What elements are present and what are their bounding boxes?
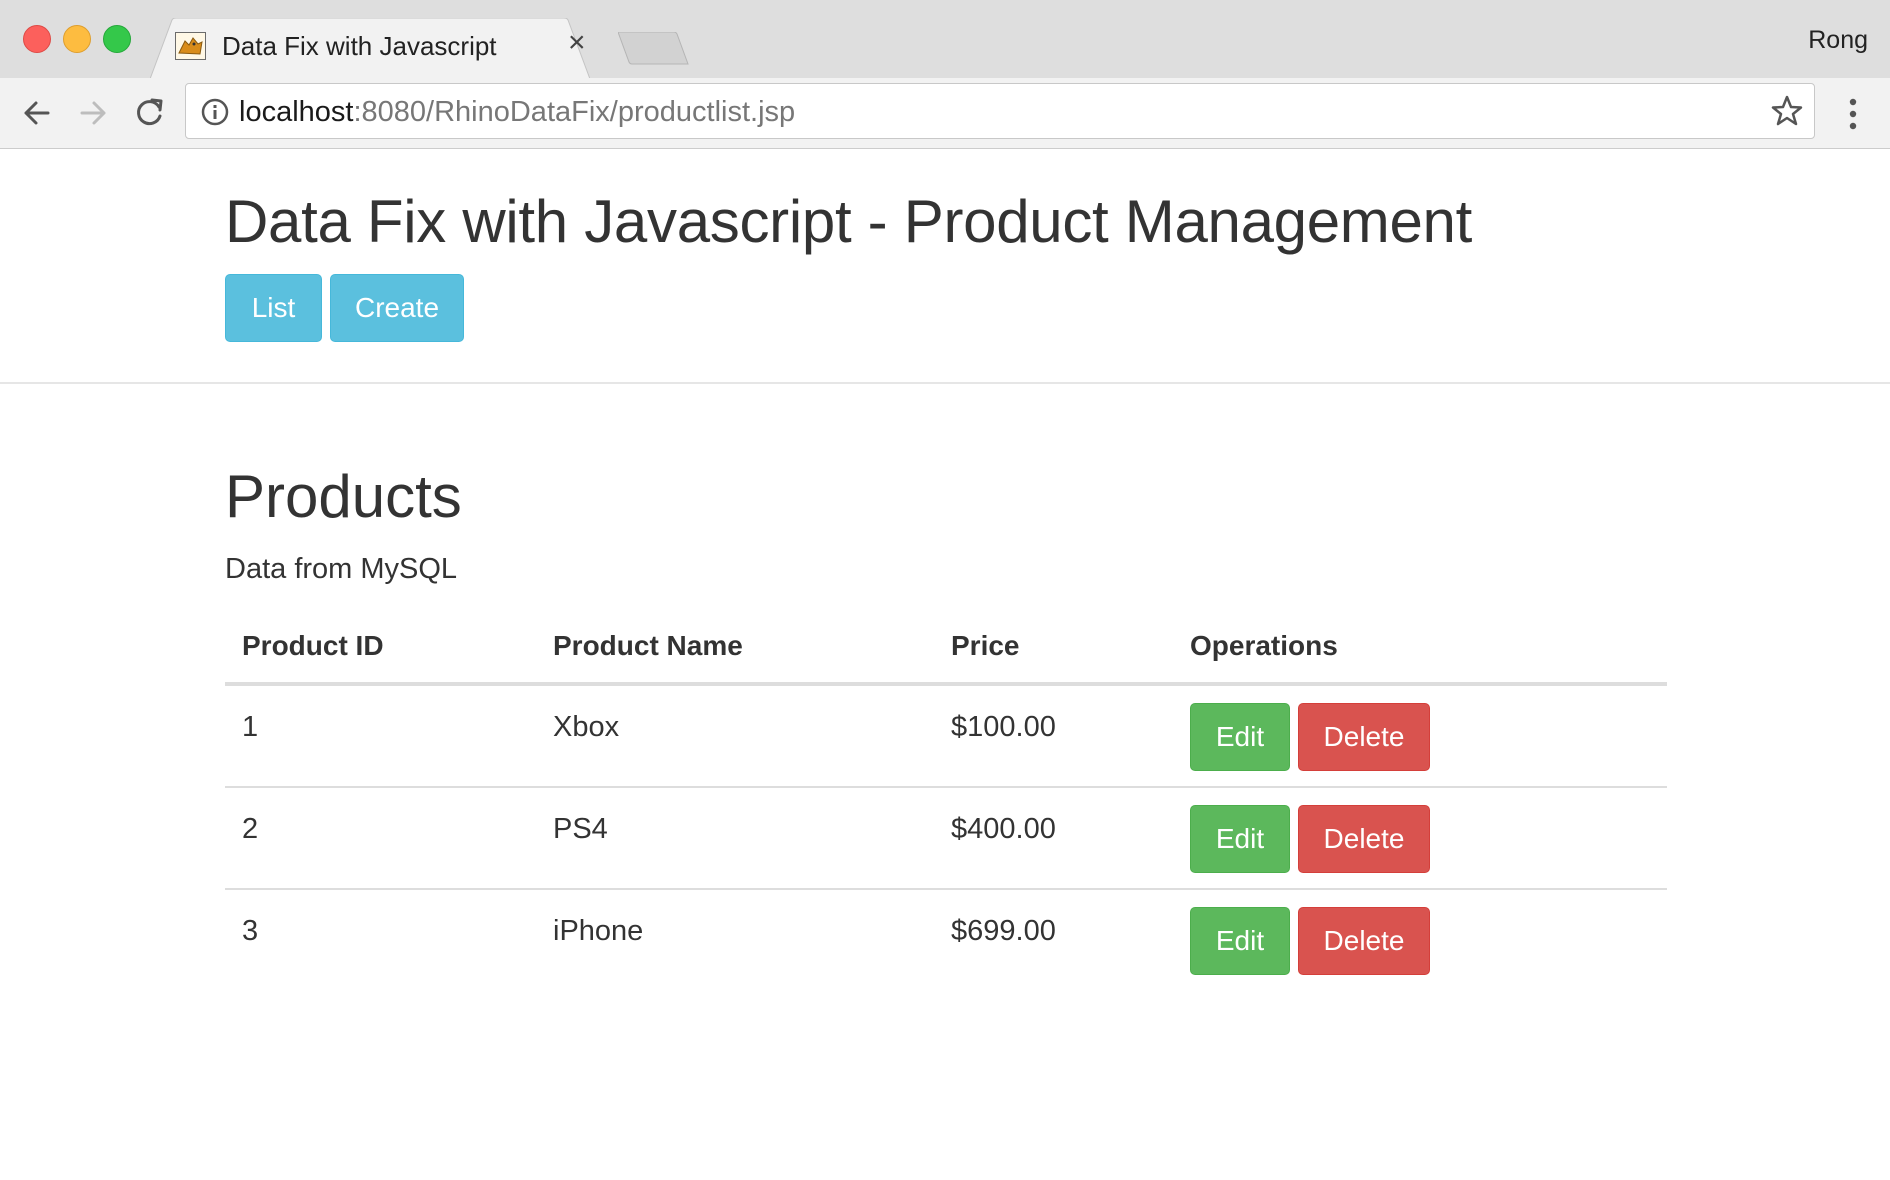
table-row: 1 Xbox $100.00 Edit Delete xyxy=(225,686,1667,788)
forward-arrow-icon[interactable] xyxy=(72,92,114,134)
edit-button[interactable]: Edit xyxy=(1190,703,1290,771)
reload-icon[interactable] xyxy=(128,92,170,134)
table-header: Product ID Product Name Price Operations xyxy=(225,620,1667,686)
info-icon[interactable] xyxy=(200,97,230,127)
page-title: Data Fix with Javascript - Product Manag… xyxy=(225,188,1472,255)
menu-dots-icon[interactable] xyxy=(1838,94,1868,134)
url-path: :8080/RhinoDataFix/productlist.jsp xyxy=(353,96,796,128)
cell-product-id: 1 xyxy=(242,711,259,743)
cell-product-id: 2 xyxy=(242,813,259,845)
address-bar[interactable]: localhost:8080/RhinoDataFix/productlist.… xyxy=(185,83,1815,139)
column-header-price: Price xyxy=(951,630,1020,661)
browser-tab-active[interactable]: Data Fix with Javascript × xyxy=(150,18,590,79)
cell-price: $400.00 xyxy=(951,813,1056,845)
browser-tab-bar: Data Fix with Javascript × Rong xyxy=(0,0,1890,79)
create-button[interactable]: Create xyxy=(330,274,464,342)
back-arrow-icon[interactable] xyxy=(16,92,58,134)
column-header-product-id: Product ID xyxy=(242,630,384,661)
new-tab-button[interactable] xyxy=(618,32,690,66)
cell-product-id: 3 xyxy=(242,915,259,947)
cell-product-name: iPhone xyxy=(553,915,644,947)
edit-button[interactable]: Edit xyxy=(1190,907,1290,975)
close-icon[interactable]: × xyxy=(568,28,586,58)
window-maximize-button[interactable] xyxy=(103,25,131,53)
delete-button[interactable]: Delete xyxy=(1298,805,1430,873)
url-text[interactable]: localhost:8080/RhinoDataFix/productlist.… xyxy=(239,96,795,129)
window-close-button[interactable] xyxy=(23,25,51,53)
list-button[interactable]: List xyxy=(225,274,322,342)
products-heading: Products xyxy=(225,463,462,530)
window-minimize-button[interactable] xyxy=(63,25,91,53)
cell-product-name: Xbox xyxy=(553,711,620,743)
cell-price: $699.00 xyxy=(951,915,1056,947)
table-row: 2 PS4 $400.00 Edit Delete xyxy=(225,788,1667,890)
url-host: localhost xyxy=(239,96,354,128)
column-header-operations: Operations xyxy=(1190,630,1338,661)
tomcat-favicon-icon xyxy=(175,32,206,60)
column-header-product-name: Product Name xyxy=(553,630,743,661)
table-row: 3 iPhone $699.00 Edit Delete xyxy=(225,890,1667,990)
profile-name[interactable]: Rong xyxy=(1808,26,1868,55)
page-header: Data Fix with Javascript - Product Manag… xyxy=(0,149,1890,384)
star-icon[interactable] xyxy=(1770,94,1804,128)
products-subtitle: Data from MySQL xyxy=(225,553,458,585)
cell-product-name: PS4 xyxy=(553,813,608,845)
delete-button[interactable]: Delete xyxy=(1298,703,1430,771)
browser-toolbar: localhost:8080/RhinoDataFix/productlist.… xyxy=(0,78,1890,149)
delete-button[interactable]: Delete xyxy=(1298,907,1430,975)
tab-title: Data Fix with Javascript xyxy=(222,31,497,61)
cell-price: $100.00 xyxy=(951,711,1056,743)
edit-button[interactable]: Edit xyxy=(1190,805,1290,873)
products-table: Product ID Product Name Price Operations… xyxy=(225,620,1667,990)
